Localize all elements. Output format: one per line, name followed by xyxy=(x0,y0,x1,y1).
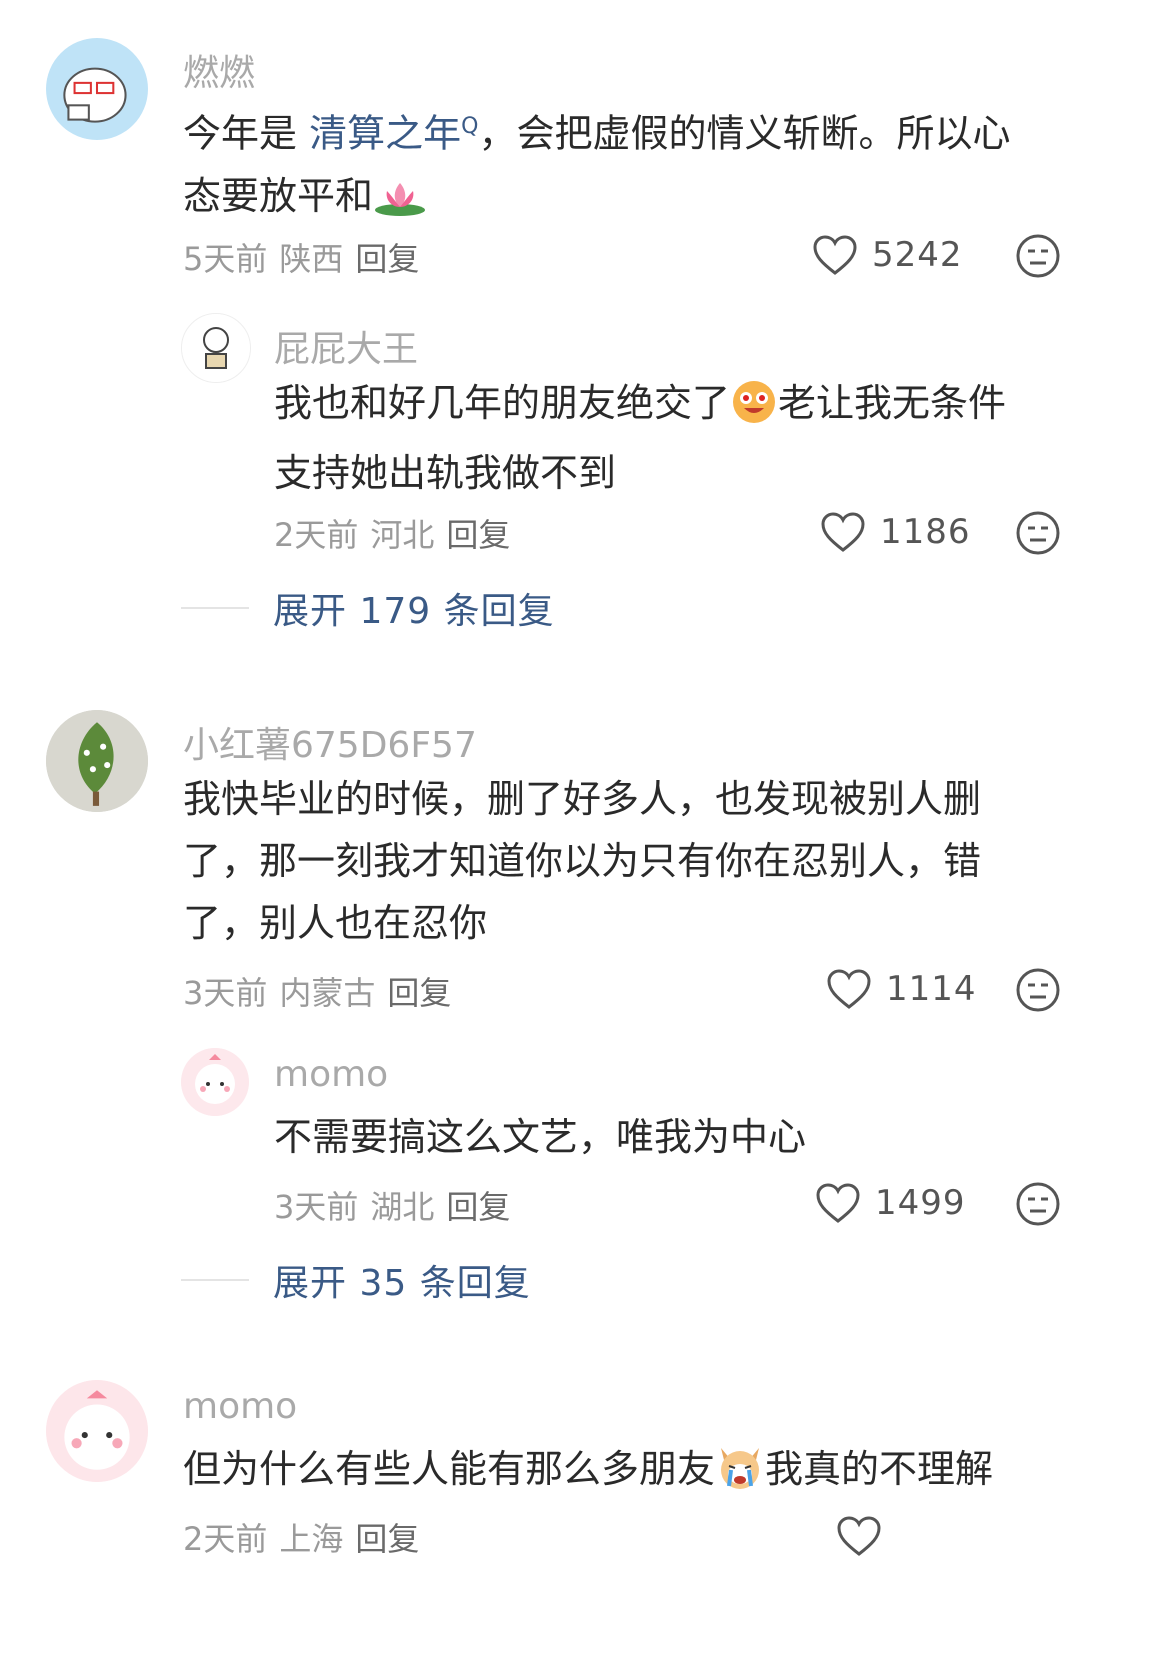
meh-face-icon xyxy=(1016,1182,1060,1226)
dislike-button[interactable] xyxy=(1015,233,1061,279)
avatar[interactable] xyxy=(181,313,251,383)
avatar[interactable] xyxy=(46,38,148,140)
grin-emoji-icon xyxy=(730,376,778,442)
expand-replies[interactable]: 展开 179 条回复 xyxy=(181,582,555,634)
avatar[interactable] xyxy=(46,1380,148,1482)
location: 河北 xyxy=(370,516,435,554)
avatar[interactable] xyxy=(181,1048,249,1116)
expand-replies-label[interactable]: 展开 35 条回复 xyxy=(273,1254,531,1306)
comment-text: 我也和好几年的朋友绝交了 老让我无条件 支持她出轨我做不到 xyxy=(274,372,1006,504)
location: 湖北 xyxy=(370,1188,435,1226)
like-count: 1186 xyxy=(880,512,971,552)
meh-face-icon xyxy=(1016,234,1060,278)
heart-outline-icon xyxy=(821,512,865,552)
crying-dog-emoji-icon xyxy=(715,1442,765,1508)
timestamp: 2天前 xyxy=(274,516,359,554)
dislike-button[interactable] xyxy=(1015,1181,1061,1227)
like-button[interactable]: 1186 xyxy=(820,511,971,553)
reply-button[interactable]: 回复 xyxy=(387,974,451,1012)
comment-meta: 2天前 河北 回复 xyxy=(274,510,510,556)
timestamp: 3天前 xyxy=(183,974,268,1012)
comment-meta: 5天前 陕西 回复 xyxy=(183,234,419,280)
like-count: 1114 xyxy=(886,969,977,1009)
heart-outline-icon xyxy=(827,969,871,1009)
expand-replies[interactable]: 展开 35 条回复 xyxy=(181,1254,531,1306)
location: 内蒙古 xyxy=(279,974,376,1012)
like-button[interactable]: 1114 xyxy=(826,968,977,1010)
avatar[interactable] xyxy=(46,710,148,812)
like-button[interactable]: 5242 xyxy=(812,234,963,276)
reply-button[interactable]: 回复 xyxy=(446,1188,510,1226)
reply-button[interactable]: 回复 xyxy=(446,516,510,554)
comment-meta: 3天前 内蒙古 回复 xyxy=(183,968,451,1014)
comment-text: 我快毕业的时候，删了好多人，也发现被别人删 了，那一刻我才知道你以为只有你在忍别… xyxy=(183,777,982,945)
search-icon[interactable]: Q xyxy=(461,114,478,139)
timestamp: 3天前 xyxy=(274,1188,359,1226)
like-count: 5242 xyxy=(872,235,963,275)
dislike-button[interactable] xyxy=(1015,967,1061,1013)
comment-text: 但为什么有些人能有那么多朋友 我真的不理解 xyxy=(183,1438,993,1508)
location: 上海 xyxy=(279,1520,344,1558)
location: 陕西 xyxy=(279,240,344,278)
expand-replies-label[interactable]: 展开 179 条回复 xyxy=(273,582,555,634)
heart-outline-icon xyxy=(837,1516,881,1556)
comment-text: 不需要搞这么文艺，唯我为中心 xyxy=(274,1115,807,1159)
username[interactable]: 燃燃 xyxy=(183,44,255,96)
username[interactable]: momo xyxy=(183,1386,297,1427)
like-button[interactable]: 1499 xyxy=(815,1182,966,1224)
reply-button[interactable]: 回复 xyxy=(355,1520,419,1558)
username[interactable]: 小红薯675D6F57 xyxy=(183,716,477,768)
comment-text: 今年是 清算之年Q，会把虚假的情义斩断。所以心 态要放平和 xyxy=(183,96,1010,235)
meh-face-icon xyxy=(1016,511,1060,555)
divider xyxy=(181,607,249,609)
topic-link[interactable]: 清算之年 xyxy=(309,112,461,156)
comment-meta: 2天前 上海 回复 xyxy=(183,1514,419,1560)
timestamp: 2天前 xyxy=(183,1520,268,1558)
heart-outline-icon xyxy=(813,235,857,275)
username[interactable]: momo xyxy=(274,1054,388,1095)
dislike-button[interactable] xyxy=(1015,510,1061,556)
like-count: 1499 xyxy=(875,1183,966,1223)
divider xyxy=(181,1279,249,1281)
reply-button[interactable]: 回复 xyxy=(355,240,419,278)
meh-face-icon xyxy=(1016,968,1060,1012)
comment-meta: 3天前 湖北 回复 xyxy=(274,1182,510,1228)
timestamp: 5天前 xyxy=(183,240,268,278)
lotus-emoji-icon xyxy=(373,173,427,235)
heart-outline-icon xyxy=(816,1183,860,1223)
username[interactable]: 屁屁大王 xyxy=(274,320,418,372)
like-button[interactable] xyxy=(836,1515,882,1557)
